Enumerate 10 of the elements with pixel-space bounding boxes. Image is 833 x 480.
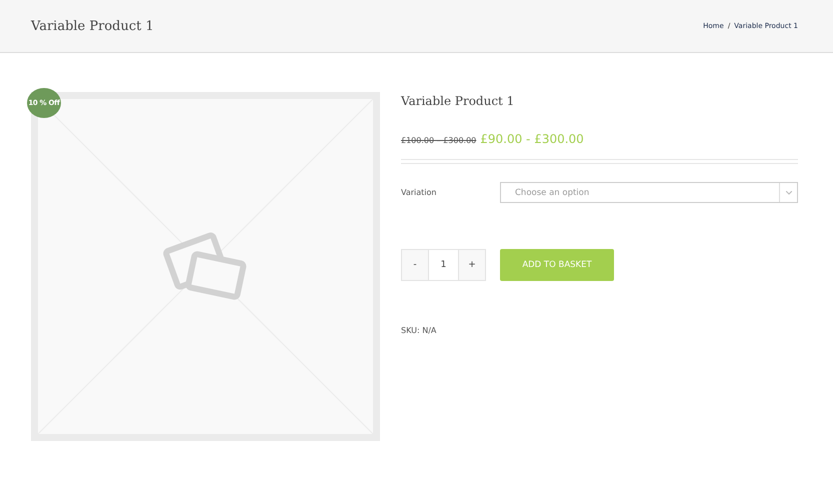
- caret-icon: [786, 190, 792, 194]
- quantity-field[interactable]: 1: [429, 249, 458, 281]
- increase-button[interactable]: +: [458, 249, 486, 281]
- page-title: Variable Product 1: [31, 18, 154, 34]
- sale-price: £90.00 - £300.00: [480, 132, 584, 146]
- decrease-button[interactable]: -: [401, 249, 429, 281]
- product-title: Variable Product 1: [401, 94, 516, 108]
- sku-text: SKU: N/A: [401, 326, 438, 335]
- original-price: £100.00 – £300.00: [401, 136, 476, 145]
- variation-label: Variation: [401, 188, 438, 197]
